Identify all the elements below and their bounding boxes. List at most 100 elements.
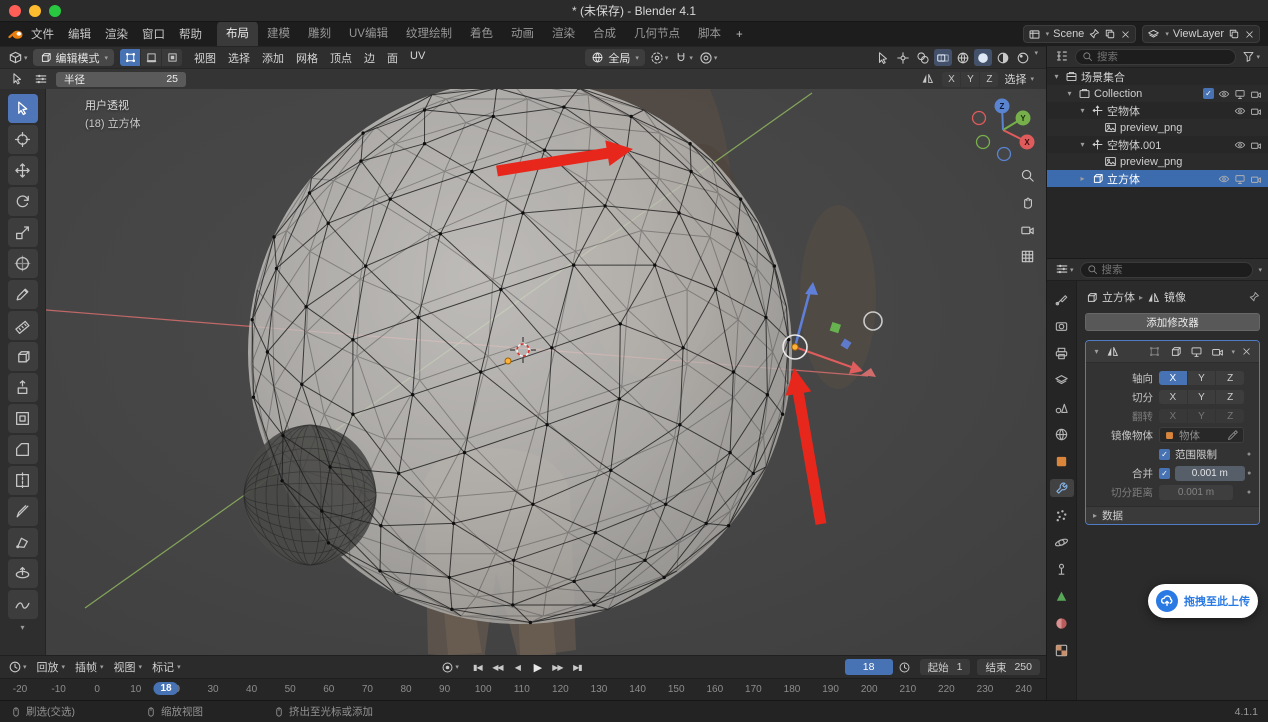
workspace-tab[interactable]: 合成 (584, 21, 625, 46)
tab-render[interactable] (1050, 317, 1074, 335)
expander-icon[interactable]: ▾ (1077, 106, 1088, 115)
tab-particles[interactable] (1050, 506, 1074, 524)
merge-checkbox[interactable]: ✓ (1159, 468, 1170, 479)
minimize-window-button[interactable] (29, 5, 41, 17)
tab-scene[interactable] (1050, 398, 1074, 416)
axis-toggle-y[interactable]: Y (1188, 390, 1216, 404)
zoom-button[interactable] (1018, 167, 1037, 184)
auto-keying-toggle[interactable]: ▾ (439, 659, 461, 676)
shading-material-button[interactable] (994, 49, 1012, 66)
playhead-badge[interactable]: 18 (153, 682, 178, 695)
outliner-filter-button[interactable]: ▾ (1240, 48, 1262, 65)
close-icon[interactable] (1120, 29, 1131, 40)
close-icon[interactable] (1244, 29, 1255, 40)
screen-icon[interactable] (1234, 173, 1246, 185)
viewport-menu-item[interactable]: 顶点 (324, 48, 358, 68)
menubar-menu-item[interactable]: 渲染 (98, 23, 135, 45)
tool-cursor[interactable] (8, 125, 38, 154)
expander-icon[interactable]: ▾ (1077, 140, 1088, 149)
camera-render-icon[interactable] (1250, 139, 1262, 151)
pin-icon[interactable] (1248, 291, 1260, 303)
gizmo-button[interactable] (894, 49, 912, 66)
outliner-row[interactable]: ▾场景集合 (1047, 68, 1268, 85)
tool-scale[interactable] (8, 218, 38, 247)
viewport-menu-item[interactable]: 添加 (256, 48, 290, 68)
chevron-down-icon[interactable]: ▾ (1258, 266, 1262, 274)
add-workspace-button[interactable]: + (730, 25, 749, 46)
current-frame-field[interactable]: 18 (845, 659, 893, 675)
close-window-button[interactable] (9, 5, 21, 17)
tab-modifiers[interactable] (1050, 479, 1074, 497)
tab-texture[interactable] (1050, 641, 1074, 659)
workspace-tab[interactable]: 布局 (217, 21, 258, 46)
breadcrumb-object[interactable]: 立方体 (1102, 289, 1135, 305)
tab-viewlayer[interactable] (1050, 371, 1074, 389)
fullscreen-window-button[interactable] (49, 5, 61, 17)
use-preview-range-toggle[interactable] (896, 659, 913, 676)
screen-icon[interactable] (1234, 88, 1246, 100)
tab-world[interactable] (1050, 425, 1074, 443)
radius-slider[interactable]: 半径 25 (56, 72, 186, 87)
breadcrumb-modifier[interactable]: 镜像 (1164, 289, 1186, 305)
axis-toggle-x[interactable]: X (1159, 371, 1187, 385)
expand-modifier-icon[interactable]: ▾ (1091, 347, 1102, 356)
tool-transform[interactable] (8, 249, 38, 278)
shading-render-button[interactable] (1014, 49, 1032, 66)
eye-icon[interactable] (1234, 105, 1246, 117)
viewport-menu-item[interactable]: 面 (381, 48, 404, 68)
editor-type-button[interactable]: ▾ (6, 49, 30, 66)
shading-wire-button[interactable] (954, 49, 972, 66)
tool-rotate[interactable] (8, 187, 38, 216)
workspace-tab[interactable]: 建模 (258, 21, 299, 46)
outliner-row[interactable]: ▸立方体 (1047, 170, 1268, 187)
axis-toggle-z[interactable]: Z (1216, 371, 1244, 385)
properties-search[interactable] (1080, 262, 1254, 278)
outliner-row[interactable]: ▾空物体.001 (1047, 136, 1268, 153)
shading-options-dropdown[interactable]: ▾ (1035, 49, 1039, 66)
menubar-menu-item[interactable]: 帮助 (172, 23, 209, 45)
symmetry-z-toggle[interactable]: Z (980, 72, 998, 87)
axis-toggle-x[interactable]: X (1159, 390, 1187, 404)
navigation-gizmo[interactable]: XYZ (973, 99, 1035, 161)
outliner-search-input[interactable] (1097, 51, 1229, 63)
timeline-menu-item[interactable]: 插帧▾ (70, 657, 109, 677)
properties-editor-type-button[interactable]: ▾ (1053, 261, 1076, 278)
tool-inset[interactable] (8, 404, 38, 433)
viewlayer-selector[interactable]: ▾ ViewLayer (1142, 25, 1260, 43)
camera-view-button[interactable] (1018, 221, 1037, 238)
delete-modifier-button[interactable] (1239, 343, 1254, 360)
edit-mode-display-toggle[interactable] (1167, 343, 1184, 360)
axis-toggle-y[interactable]: Y (1188, 371, 1216, 385)
tool-bevel[interactable] (8, 435, 38, 464)
frame-end-field[interactable]: 结束 250 (977, 659, 1040, 675)
workspace-tab[interactable]: 几何节点 (625, 21, 689, 46)
symmetry-y-toggle[interactable]: Y (961, 72, 979, 87)
workspace-tab[interactable]: 雕刻 (299, 21, 340, 46)
select-options-dropdown[interactable]: 选择 ▾ (1004, 71, 1034, 87)
tool-settings-toggle[interactable] (8, 71, 26, 88)
outliner-search[interactable] (1075, 49, 1236, 65)
magnet-button[interactable]: ▾ (672, 49, 695, 66)
viewport-menu-item[interactable]: 选择 (222, 48, 256, 68)
tool-knife[interactable] (8, 497, 38, 526)
edge-mode-button[interactable] (141, 49, 161, 66)
blender-logo-icon[interactable] (8, 26, 24, 42)
tab-material[interactable] (1050, 614, 1074, 632)
copy-icon[interactable] (1104, 28, 1116, 40)
viewport-menu-item[interactable]: 视图 (188, 48, 222, 68)
add-modifier-button[interactable]: 添加修改器 (1085, 313, 1260, 331)
proportional-button[interactable]: ▾ (697, 49, 720, 66)
timeline-menu-item[interactable]: 标记▾ (147, 657, 186, 677)
play-reverse-button[interactable]: ◀ (508, 659, 527, 675)
timeline-menu-item[interactable]: 回放▾ (32, 657, 71, 677)
on-cage-toggle[interactable] (1146, 343, 1163, 360)
upload-overlay-button[interactable]: 拖拽至此上传 (1148, 584, 1258, 618)
tab-tool[interactable] (1050, 290, 1074, 308)
menubar-menu-item[interactable]: 文件 (24, 23, 61, 45)
bisect-distance-field[interactable]: 0.001 m (1159, 485, 1233, 500)
data-subpanel-header[interactable]: ▸ 数据 (1086, 506, 1259, 524)
tab-data[interactable] (1050, 587, 1074, 605)
merge-threshold-field[interactable]: 0.001 m (1175, 466, 1245, 481)
grid-button[interactable] (1018, 248, 1037, 265)
menubar-menu-item[interactable]: 编辑 (61, 23, 98, 45)
